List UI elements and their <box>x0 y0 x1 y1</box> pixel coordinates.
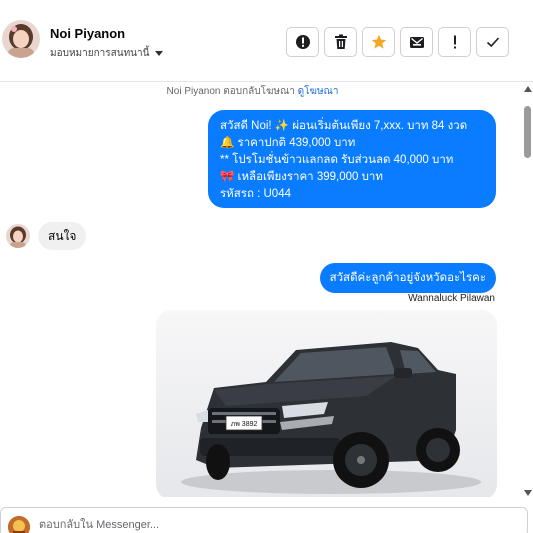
ad-reply-text: Noi Piyanon ตอบกลับโฆษณา <box>166 86 295 97</box>
mark-unread-button[interactable] <box>400 27 433 57</box>
envelope-icon <box>409 37 424 48</box>
reply-input[interactable] <box>39 517 339 533</box>
contact-name[interactable]: Noi Piyanon <box>50 26 125 41</box>
flag-button[interactable] <box>438 27 471 57</box>
mark-done-button[interactable] <box>476 27 509 57</box>
assign-label: มอบหมายการสนทนานี้ <box>50 48 150 59</box>
message-composer[interactable] <box>0 507 528 533</box>
scroll-down-arrow-icon[interactable] <box>524 490 532 496</box>
star-button[interactable] <box>362 27 395 57</box>
check-icon <box>486 37 499 48</box>
vehicle-photo-attachment[interactable]: ภพ 3892 <box>156 310 497 497</box>
view-ad-link[interactable]: ดูโฆษณา <box>298 86 339 97</box>
contact-avatar-small <box>6 224 30 248</box>
promo-line: 🔔 ราคาปกติ 439,000 บาท <box>220 137 356 149</box>
sender-name: Wannaluck Pilawan <box>408 293 495 304</box>
incoming-message[interactable]: สนใจ <box>38 222 87 250</box>
message-thread: Noi Piyanon ตอบกลับโฆษณา ดูโฆษณา สวัสดี … <box>0 82 520 497</box>
delete-button[interactable] <box>324 27 357 57</box>
promo-line: 🎀 เหลือเพียงราคา 399,000 บาท <box>220 171 383 183</box>
outgoing-promo-message[interactable]: สวัสดี Noi! ✨ ผ่อนเริ่มต้นเพียง 7,xxx. บ… <box>208 110 496 208</box>
scroll-thumb[interactable] <box>524 106 531 158</box>
conversation-header: Noi Piyanon มอบหมายการสนทนานี้ <box>0 0 533 82</box>
incoming-message-row: สนใจ <box>6 222 87 250</box>
ad-reply-note: Noi Piyanon ตอบกลับโฆษณา ดูโฆษณา <box>0 84 505 99</box>
star-icon <box>371 34 386 49</box>
chat-scrollbar[interactable] <box>521 84 533 498</box>
promo-line: ** โปรโมชั่นข้าวแลกลด รับส่วนลด 40,000 บ… <box>220 154 454 166</box>
promo-line: รหัสรถ : U044 <box>220 188 291 200</box>
promo-line: สวัสดี Noi! ✨ ผ่อนเริ่มต้นเพียง 7,xxx. บ… <box>220 120 468 132</box>
assign-conversation-dropdown[interactable]: มอบหมายการสนทนานี้ <box>50 46 164 61</box>
chevron-down-icon <box>155 51 164 56</box>
trash-icon <box>334 34 347 49</box>
conversation-actions <box>286 27 509 57</box>
scroll-up-arrow-icon[interactable] <box>524 86 532 92</box>
page-avatar <box>8 516 30 533</box>
outgoing-greeting-message[interactable]: สวัสดีค่ะลูกค้าอยู่จังหวัดอะไรคะ <box>319 263 496 293</box>
exclamation-icon <box>453 35 456 49</box>
exclamation-circle-icon <box>295 35 310 49</box>
mark-spam-button[interactable] <box>286 27 319 57</box>
license-plate-text: ภพ 3892 <box>231 421 258 428</box>
contact-avatar[interactable] <box>2 20 40 58</box>
pickup-truck-image: ภพ 3892 <box>156 310 497 497</box>
